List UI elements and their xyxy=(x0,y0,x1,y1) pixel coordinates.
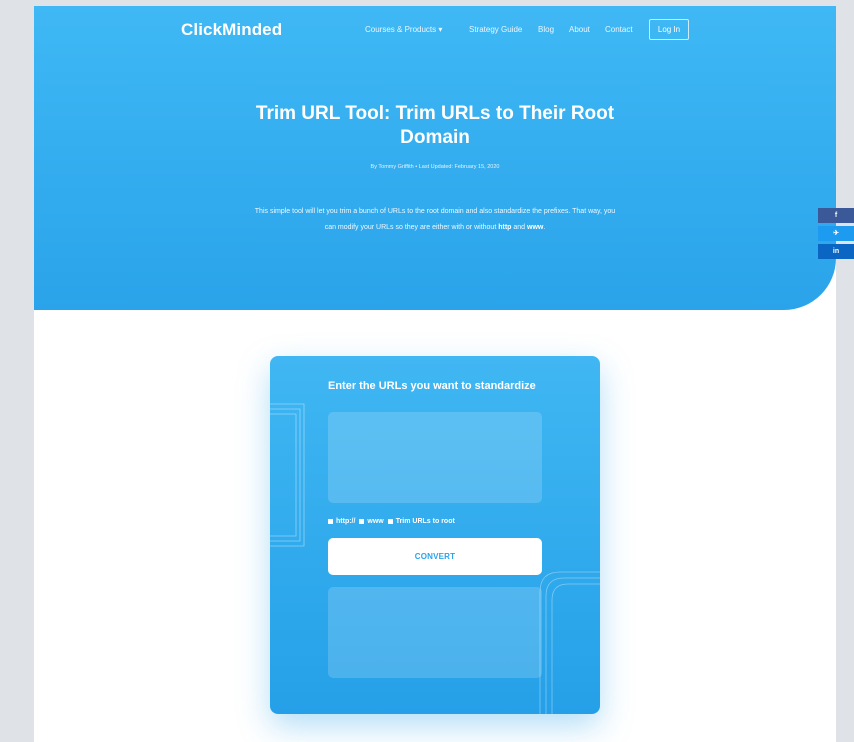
option-trim-root-label: Trim URLs to root xyxy=(395,518,455,525)
option-www[interactable]: www xyxy=(359,518,384,525)
decorative-lines-right xyxy=(539,571,600,714)
convert-button[interactable]: CONVERT xyxy=(328,538,542,575)
linkedin-icon: in xyxy=(832,248,840,255)
site-logo[interactable]: ClickMinded xyxy=(181,20,282,40)
intro-text-part: . xyxy=(543,224,546,231)
intro-keyword-www: www xyxy=(527,224,544,231)
nav-item-blog[interactable]: Blog xyxy=(538,25,554,34)
facebook-share-button[interactable]: f xyxy=(818,208,854,223)
decorative-lines-left xyxy=(270,403,305,547)
linkedin-share-button[interactable]: in xyxy=(818,244,854,259)
hero-section: ClickMinded Courses & Products ▾ Strateg… xyxy=(34,6,836,310)
intro-text: This simple tool will let you trim a bun… xyxy=(254,204,616,236)
url-output-box[interactable] xyxy=(328,587,542,678)
twitter-share-button[interactable]: ✈ xyxy=(818,226,854,241)
twitter-icon: ✈ xyxy=(833,230,839,237)
login-button[interactable]: Log In xyxy=(649,19,689,40)
checkbox-trim-root[interactable] xyxy=(387,519,393,524)
tool-heading: Enter the URLs you want to standardize xyxy=(328,380,536,392)
url-tool-card: Enter the URLs you want to standardize h… xyxy=(270,356,600,714)
checkbox-www[interactable] xyxy=(359,519,365,524)
facebook-icon: f xyxy=(834,212,838,219)
options-row: http:// www Trim URLs to root xyxy=(328,518,457,530)
page-title: Trim URL Tool: Trim URLs to Their Root D… xyxy=(255,103,615,148)
nav-item-courses-products[interactable]: Courses & Products ▾ xyxy=(365,25,442,34)
option-trim-root[interactable]: Trim URLs to root xyxy=(387,518,455,525)
intro-keyword-http: http xyxy=(498,224,512,231)
checkbox-http[interactable] xyxy=(328,519,333,524)
intro-text-part: and xyxy=(511,224,528,231)
option-http-label: http:// xyxy=(336,518,356,525)
nav-item-about[interactable]: About xyxy=(569,25,590,34)
byline: By Tommy Griffith • Last Updated: Februa… xyxy=(370,164,500,170)
option-www-label: www xyxy=(367,518,384,525)
url-input-textarea[interactable] xyxy=(328,412,542,503)
option-http[interactable]: http:// xyxy=(328,518,355,525)
nav-item-contact[interactable]: Contact xyxy=(605,25,633,34)
nav-item-strategy-guide[interactable]: Strategy Guide xyxy=(469,25,522,34)
page: ClickMinded Courses & Products ▾ Strateg… xyxy=(34,6,836,742)
intro-text-part: This simple tool will let you trim a bun… xyxy=(254,208,616,231)
